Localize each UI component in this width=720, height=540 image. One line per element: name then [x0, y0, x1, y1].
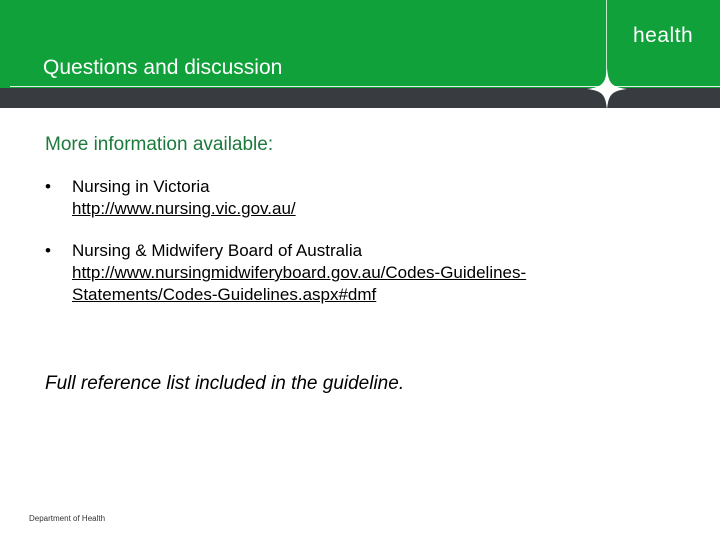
list-item-label: Nursing in Victoria — [72, 177, 210, 196]
sparkle-star-icon — [587, 68, 627, 110]
slide-title: Questions and discussion — [43, 56, 283, 79]
list-item-label: Nursing & Midwifery Board of Australia — [72, 241, 363, 260]
link-nmba-line-2[interactable]: Statements/Codes-Guidelines.aspx#dmf — [72, 284, 692, 306]
link-nursing-vic[interactable]: http://www.nursing.vic.gov.au/ — [72, 198, 692, 220]
bullet-icon: • — [45, 177, 51, 196]
section-subheading: More information available: — [45, 134, 274, 155]
footer-department-logo: Department of Health — [29, 514, 106, 523]
reference-note: Full reference list included in the guid… — [45, 373, 405, 394]
bullet-icon: • — [45, 241, 51, 260]
link-nmba-line-1[interactable]: http://www.nursingmidwiferyboard.gov.au/… — [72, 262, 692, 284]
brand-wordmark: health — [633, 24, 694, 47]
